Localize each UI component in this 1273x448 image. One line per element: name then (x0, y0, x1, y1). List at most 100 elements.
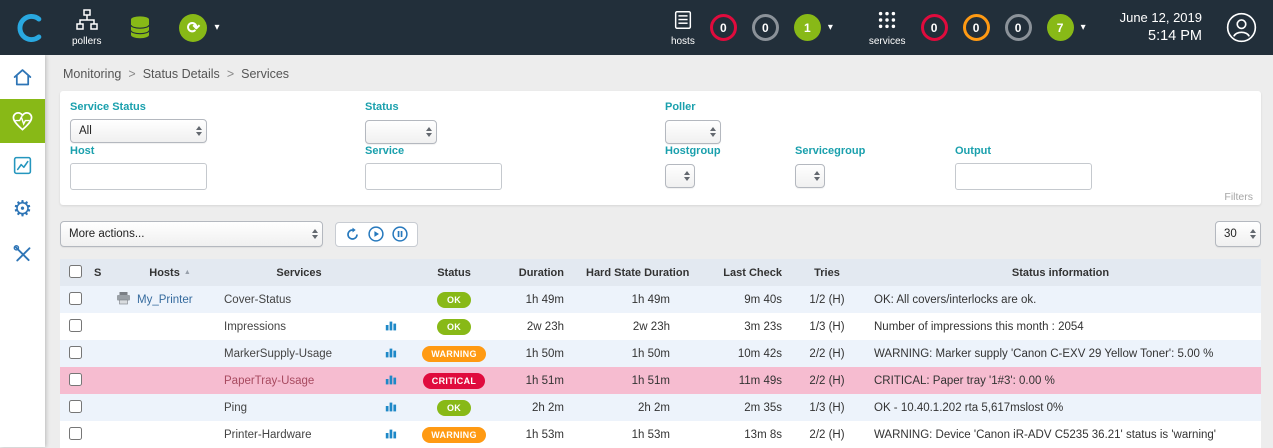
services-ok-counter[interactable]: 7 (1047, 14, 1074, 41)
printer-icon (116, 292, 131, 308)
breadcrumb-item[interactable]: Services (241, 67, 289, 81)
hosts-unreachable-counter[interactable]: 0 (752, 14, 779, 41)
hard-state-duration-cell: 2h 2m (586, 394, 698, 421)
pollers-menu[interactable]: pollers (72, 9, 101, 47)
graph-icon[interactable] (385, 322, 397, 334)
row-checkbox[interactable] (69, 319, 82, 332)
col-header-hard-state-duration[interactable]: Hard State Duration (586, 259, 698, 286)
hosts-header-label: Hosts (149, 267, 180, 279)
last-check-cell: 11m 49s (698, 367, 794, 394)
servicegroup-select[interactable] (795, 164, 825, 188)
centreon-logo[interactable] (12, 10, 48, 46)
service-link[interactable]: PaperTray-Usage (224, 375, 314, 387)
row-checkbox[interactable] (69, 373, 82, 386)
row-checkbox[interactable] (69, 400, 82, 413)
hosts-menu[interactable]: hosts (671, 9, 695, 47)
last-check-cell: 13m 8s (698, 421, 794, 448)
tries-cell: 1/3 (H) (794, 313, 860, 340)
row-checkbox[interactable] (69, 346, 82, 359)
service-link[interactable]: Ping (224, 402, 247, 414)
refresh-button[interactable] (345, 227, 360, 242)
service-input[interactable] (365, 163, 502, 190)
service-link[interactable]: Cover-Status (224, 294, 291, 306)
service-link[interactable]: Impressions (224, 321, 286, 333)
col-header-status[interactable]: Status (408, 259, 500, 286)
col-header-services[interactable]: Services (224, 259, 374, 286)
status-label: Status (365, 101, 437, 113)
host-input[interactable] (70, 163, 207, 190)
sidebar-item-monitoring[interactable] (0, 99, 45, 143)
database-status-icon[interactable] (129, 15, 151, 40)
col-header-severity[interactable]: S (90, 259, 116, 286)
severity-cell (90, 367, 116, 394)
output-input[interactable] (955, 163, 1092, 190)
status-info-cell: OK - 10.40.1.202 rta 5,617mslost 0% (860, 394, 1261, 421)
breadcrumb-item[interactable]: Monitoring (63, 67, 121, 81)
service-status-select[interactable]: All (70, 119, 207, 143)
service-link[interactable]: Printer-Hardware (224, 429, 312, 441)
graph-icon[interactable] (385, 403, 397, 415)
sidebar-item-reporting[interactable] (0, 143, 45, 187)
more-actions-select[interactable]: More actions... (60, 221, 323, 247)
host-cell (116, 340, 224, 367)
duration-cell: 2w 23h (500, 313, 586, 340)
col-header-status-information[interactable]: Status information (860, 259, 1261, 286)
page-size-value: 30 (1224, 228, 1237, 240)
col-header-hosts[interactable]: Hosts▲ (116, 259, 224, 286)
graph-icon[interactable] (385, 430, 397, 442)
hostgroup-label: Hostgroup (665, 145, 721, 157)
duration-cell: 1h 50m (500, 340, 586, 367)
services-table: S Hosts▲ Services Status Duration Hard S… (60, 259, 1261, 448)
more-actions-value: More actions... (69, 228, 144, 240)
services-warning-counter[interactable]: 0 (963, 14, 990, 41)
platform-status-menu[interactable]: ⟳ ▾ (179, 14, 219, 42)
filters-tag: Filters (1224, 191, 1253, 203)
host-link[interactable]: My_Printer (137, 294, 193, 306)
severity-cell (90, 421, 116, 448)
graph-cell (374, 367, 408, 394)
centreon-logo-icon (14, 12, 46, 44)
graph-icon[interactable] (385, 349, 397, 361)
service-cell: Cover-Status (224, 286, 374, 313)
hosts-chevron-down-icon[interactable]: ▾ (828, 22, 833, 33)
services-critical-counter[interactable]: 0 (921, 14, 948, 41)
duration-cell: 1h 53m (500, 421, 586, 448)
home-icon (12, 67, 33, 88)
col-header-last-check[interactable]: Last Check (698, 259, 794, 286)
graph-icon[interactable] (385, 376, 397, 388)
row-checkbox[interactable] (69, 292, 82, 305)
severity-cell (90, 286, 116, 313)
hostgroup-select[interactable] (665, 164, 695, 188)
table-row: My_PrinterCover-StatusOK1h 49m1h 49m9m 4… (60, 286, 1261, 313)
col-header-graph (374, 259, 408, 286)
select-all-checkbox[interactable] (69, 265, 82, 278)
status-info-cell: CRITICAL: Paper tray '1#3': 0.00 % (860, 367, 1261, 394)
poller-select[interactable] (665, 120, 721, 144)
pause-button[interactable] (392, 226, 408, 242)
breadcrumb-item[interactable]: Status Details (143, 67, 220, 81)
user-avatar[interactable] (1226, 12, 1257, 43)
hosts-down-counter[interactable]: 0 (710, 14, 737, 41)
service-cell: Printer-Hardware (224, 421, 374, 448)
row-checkbox[interactable] (69, 427, 82, 440)
tries-cell: 2/2 (H) (794, 367, 860, 394)
status-select[interactable] (365, 120, 437, 144)
sync-ok-icon: ⟳ (179, 14, 207, 42)
host-cell (116, 394, 224, 421)
status-info-cell: WARNING: Device 'Canon iR-ADV C5235 36.2… (860, 421, 1261, 448)
services-chevron-down-icon[interactable]: ▾ (1081, 22, 1086, 33)
sidebar-item-home[interactable] (0, 55, 45, 99)
service-link[interactable]: MarkerSupply-Usage (224, 348, 332, 360)
services-unknown-counter[interactable]: 0 (1005, 14, 1032, 41)
sidebar-item-configuration[interactable]: ⚙ (0, 187, 45, 231)
hosts-label: hosts (671, 37, 695, 47)
status-cell: WARNING (408, 340, 500, 367)
sidebar-item-administration[interactable] (0, 231, 45, 275)
services-menu[interactable]: services (869, 9, 906, 47)
col-header-duration[interactable]: Duration (500, 259, 586, 286)
play-button[interactable] (368, 226, 384, 242)
hosts-up-counter[interactable]: 1 (794, 14, 821, 41)
page-size-select[interactable]: 30 (1215, 221, 1261, 247)
tools-icon (12, 243, 33, 264)
col-header-tries[interactable]: Tries (794, 259, 860, 286)
